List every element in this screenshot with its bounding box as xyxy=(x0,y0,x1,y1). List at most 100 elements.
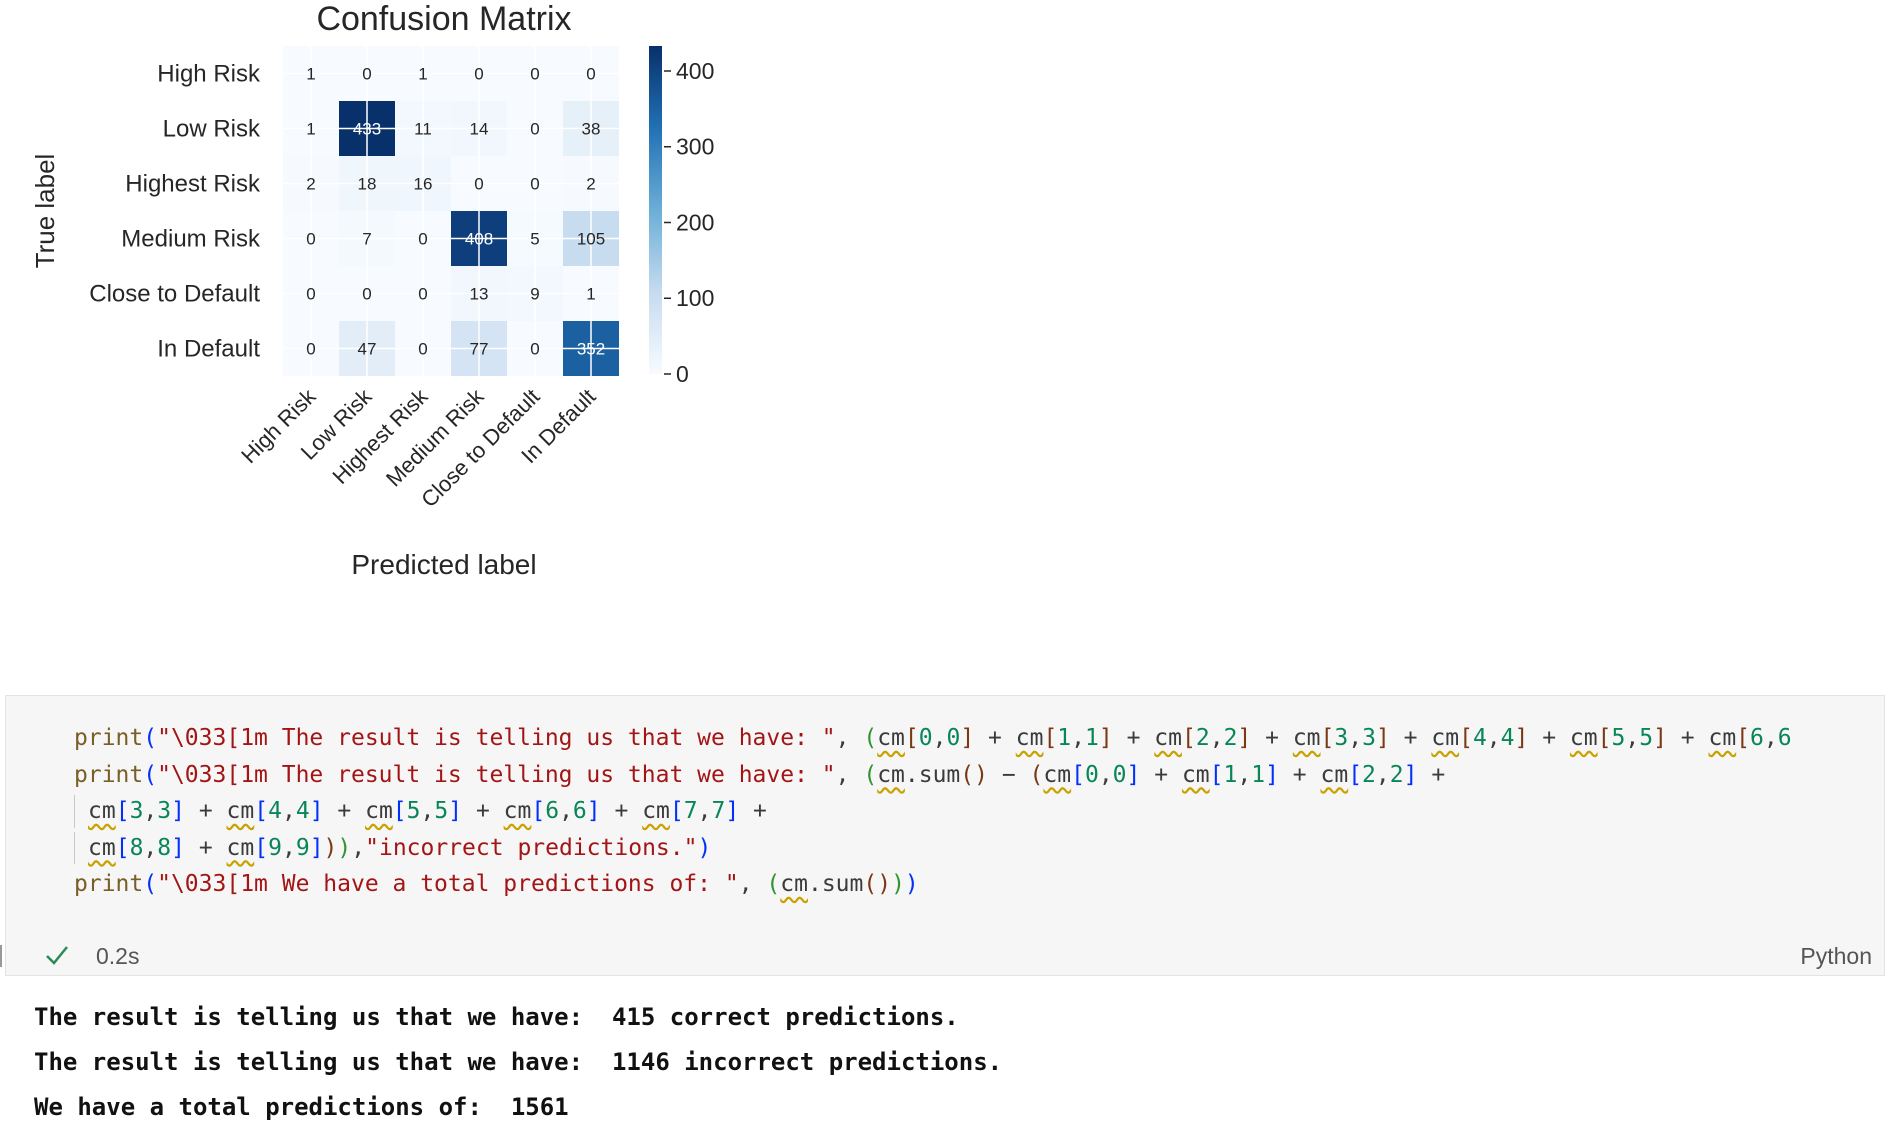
cell-value-label: 47 xyxy=(358,340,377,359)
code-token: 0 xyxy=(1084,761,1099,788)
code-token: + xyxy=(1417,761,1446,788)
code-token: [ xyxy=(1597,725,1612,751)
code-token: () xyxy=(960,761,988,788)
cell-value-label: 14 xyxy=(470,120,489,139)
cell-gutter-marker[interactable] xyxy=(0,945,2,967)
code-token: ( xyxy=(863,761,878,788)
execution-duration: 0.2s xyxy=(96,943,140,969)
code-token: 7 xyxy=(683,798,698,824)
code-token: 2 xyxy=(1223,725,1238,751)
code-token: ] xyxy=(309,834,324,861)
code-token: + xyxy=(185,798,227,824)
code-token: ] xyxy=(1403,761,1418,788)
cell-value-label: 7 xyxy=(362,230,371,249)
code-token: ( xyxy=(143,725,158,751)
code-line[interactable]: cm[8,8] + cm[9,9])),"incorrect predictio… xyxy=(74,830,1792,867)
confusion-matrix-figure: Confusion Matrix True label Predicted la… xyxy=(30,0,714,580)
output-line: The result is telling us that we have: 4… xyxy=(34,1003,959,1031)
code-token: cm xyxy=(1154,725,1182,751)
code-token: + xyxy=(1666,725,1709,751)
code-token: cm xyxy=(1569,725,1598,751)
code-token: [ xyxy=(392,798,407,824)
cell-value-label: 408 xyxy=(465,230,493,249)
code-token: ] xyxy=(171,798,185,824)
cell-value-label: 433 xyxy=(353,120,381,139)
cell-value-label: 0 xyxy=(306,340,315,359)
cell-value-label: 1 xyxy=(306,120,315,139)
code-token: 2 xyxy=(1195,725,1210,751)
code-token: .sum xyxy=(807,871,864,897)
code-token: , xyxy=(420,798,435,824)
cell-value-label: 352 xyxy=(577,340,605,359)
cell-value-label: 0 xyxy=(306,230,315,249)
y-tick-label: Highest Risk xyxy=(125,171,261,198)
y-tick-label: In Default xyxy=(157,336,260,363)
code-token: cm xyxy=(1292,725,1321,751)
code-token: cm xyxy=(226,798,255,824)
code-token: ] xyxy=(1126,761,1141,788)
cell-value-label: 1 xyxy=(586,285,595,304)
y-tick-label: Close to Default xyxy=(89,281,260,308)
code-line[interactable]: print("\033[1m The result is telling us … xyxy=(74,720,1792,757)
code-token: 1 xyxy=(1223,761,1238,788)
code-token: [ xyxy=(115,798,130,824)
code-token: 6 xyxy=(1750,725,1764,751)
code-token: cm xyxy=(642,798,670,824)
code-token: + xyxy=(1278,761,1321,788)
code-token: cm xyxy=(1181,761,1210,788)
code-token: ) xyxy=(891,871,905,897)
code-token: 1 xyxy=(1057,725,1072,751)
code-editor[interactable]: print("\033[1m The result is telling us … xyxy=(74,720,1792,903)
code-token: ] xyxy=(725,798,740,824)
cell-value-label: 38 xyxy=(582,120,601,139)
code-token: 8 xyxy=(129,834,144,861)
code-token: , xyxy=(1098,761,1113,788)
y-axis-label: True label xyxy=(30,154,60,269)
code-token: 9 xyxy=(268,834,282,861)
cell-value-label: 18 xyxy=(358,175,377,194)
code-token: + xyxy=(739,798,767,824)
cell-value-label: 1 xyxy=(418,65,427,84)
code-token: [ xyxy=(1043,725,1058,751)
cell-value-label: 77 xyxy=(470,340,489,359)
code-token: + xyxy=(462,798,504,824)
code-token: cm xyxy=(1015,725,1044,751)
code-token: + xyxy=(974,725,1016,751)
code-token: , xyxy=(1348,725,1363,751)
code-token: ( xyxy=(143,871,158,897)
code-token: , xyxy=(1209,725,1224,751)
cell-value-label: 0 xyxy=(530,65,539,84)
code-token: + xyxy=(1251,725,1293,751)
code-token: [ xyxy=(1071,761,1085,788)
cell-value-label: 0 xyxy=(474,175,483,194)
code-line[interactable]: print("\033[1m The result is telling us … xyxy=(74,757,1792,794)
chart-title: Confusion Matrix xyxy=(316,0,571,38)
code-line[interactable]: print("\033[1m We have a total predictio… xyxy=(74,866,1792,903)
cell-value-label: 0 xyxy=(306,285,315,304)
code-token: "\033[1m The result is telling us that w… xyxy=(157,725,836,751)
code-token: ] xyxy=(1514,725,1529,751)
code-token: cm xyxy=(1043,761,1072,788)
code-token: ) xyxy=(697,834,712,861)
code-token: 3 xyxy=(129,798,144,824)
code-token: [ xyxy=(254,834,269,861)
code-line[interactable]: cm[3,3] + cm[4,4] + cm[5,5] + cm[6,6] + … xyxy=(74,793,1792,830)
code-token: "\033[1m We have a total predictions of:… xyxy=(157,871,739,897)
code-token: 5 xyxy=(1611,725,1626,751)
code-token: + xyxy=(1140,761,1182,788)
code-token: , xyxy=(697,798,712,824)
code-token: cm xyxy=(1320,761,1349,788)
code-token: ] xyxy=(1375,725,1390,751)
code-token: 4 xyxy=(268,798,282,824)
code-token: 5 xyxy=(1639,725,1654,751)
code-token: 4 xyxy=(1472,725,1487,751)
code-token: 3 xyxy=(1362,725,1376,751)
code-token: ) xyxy=(323,834,338,861)
y-tick-labels: High Risk Low Risk Highest Risk Medium Risk… xyxy=(89,61,261,363)
code-cell[interactable]: print("\033[1m The result is telling us … xyxy=(5,695,1885,976)
code-token: , xyxy=(835,761,864,788)
code-token: ] xyxy=(960,725,975,751)
cell-language[interactable]: Python xyxy=(1800,943,1872,970)
code-token: − xyxy=(987,761,1030,788)
code-token: 0 xyxy=(946,725,961,751)
